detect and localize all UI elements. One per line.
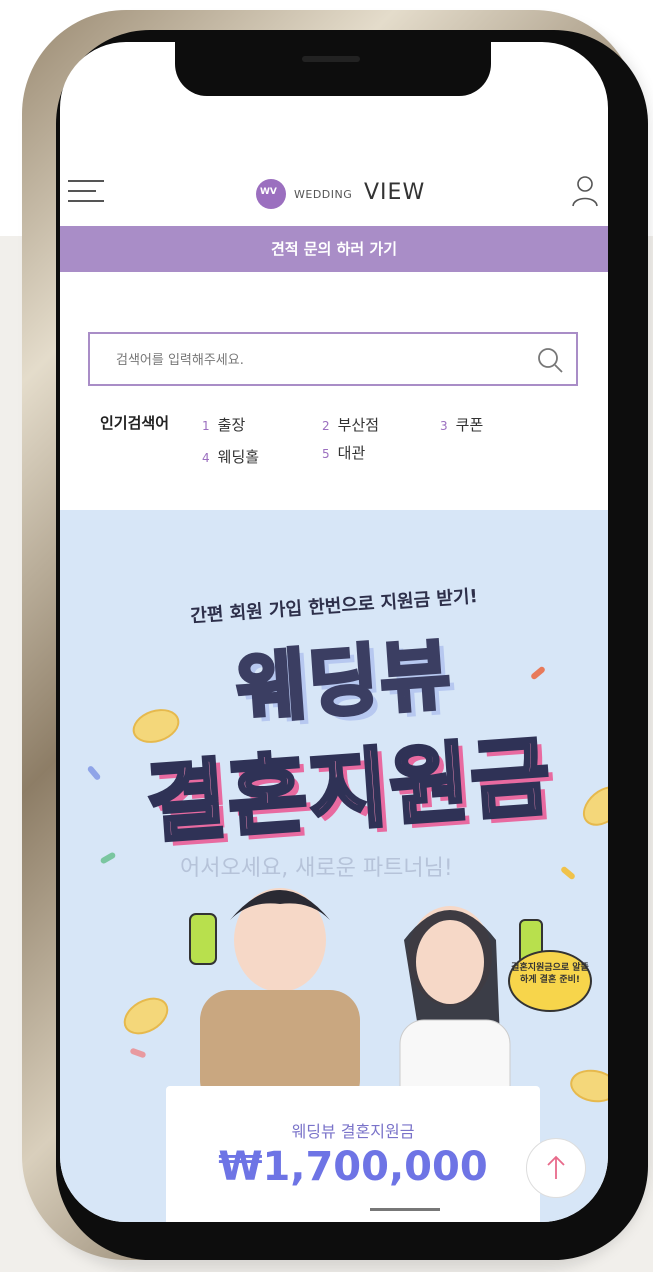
phone-notch bbox=[175, 42, 491, 96]
quote-inquiry-button[interactable]: 견적 문의 하러 가기 bbox=[60, 226, 608, 272]
popular-search-item[interactable]: 2 부산점 bbox=[322, 414, 379, 435]
couple-illustration bbox=[189, 888, 543, 1100]
confetti bbox=[99, 851, 117, 865]
logo-text-big: VIEW bbox=[364, 180, 426, 205]
amount-underline bbox=[370, 1208, 440, 1211]
confetti bbox=[559, 865, 577, 881]
scroll-to-top-button[interactable] bbox=[526, 1138, 586, 1198]
coin-illustration bbox=[575, 778, 608, 834]
search-icon[interactable] bbox=[536, 346, 564, 374]
logo-mark: WV bbox=[256, 179, 286, 209]
confetti bbox=[129, 1047, 147, 1059]
speech-bubble: 결혼지원금으로 알뜰하게 결혼 준비! bbox=[508, 950, 592, 1012]
arrow-up-icon bbox=[547, 1155, 565, 1179]
subsidy-amount-label: 웨딩뷰 결혼지원금 bbox=[291, 1122, 415, 1141]
user-icon[interactable] bbox=[572, 174, 598, 208]
search-box bbox=[88, 332, 578, 386]
phone-screen: WV WEDDING VIEW 견적 문의 하러 가기 인기검색어 1출장 2부… bbox=[60, 42, 608, 1222]
search-input[interactable] bbox=[114, 334, 518, 386]
app-header: WV WEDDING VIEW bbox=[60, 170, 608, 228]
popular-search-item[interactable]: 3 쿠폰 bbox=[440, 414, 483, 435]
phone-speaker bbox=[302, 56, 360, 62]
subsidy-amount-card: 웨딩뷰 결혼지원금 ₩1,700,000 bbox=[166, 1086, 540, 1222]
confetti bbox=[86, 764, 102, 782]
coin-illustration bbox=[567, 1066, 608, 1106]
hamburger-menu-icon[interactable] bbox=[68, 174, 106, 208]
confetti bbox=[529, 665, 547, 681]
popular-searches-label: 인기검색어 bbox=[100, 414, 170, 432]
popular-search-item[interactable]: 1 출장 bbox=[202, 414, 245, 435]
popular-search-item[interactable]: 5 대관 bbox=[322, 442, 365, 463]
popular-search-item[interactable]: 4 웨딩홀 bbox=[202, 446, 259, 467]
banner-title-main: 결혼지원금 bbox=[142, 725, 558, 857]
subsidy-amount-value: ₩1,700,000 bbox=[218, 1144, 488, 1190]
logo-text-small: WEDDING bbox=[294, 188, 353, 201]
